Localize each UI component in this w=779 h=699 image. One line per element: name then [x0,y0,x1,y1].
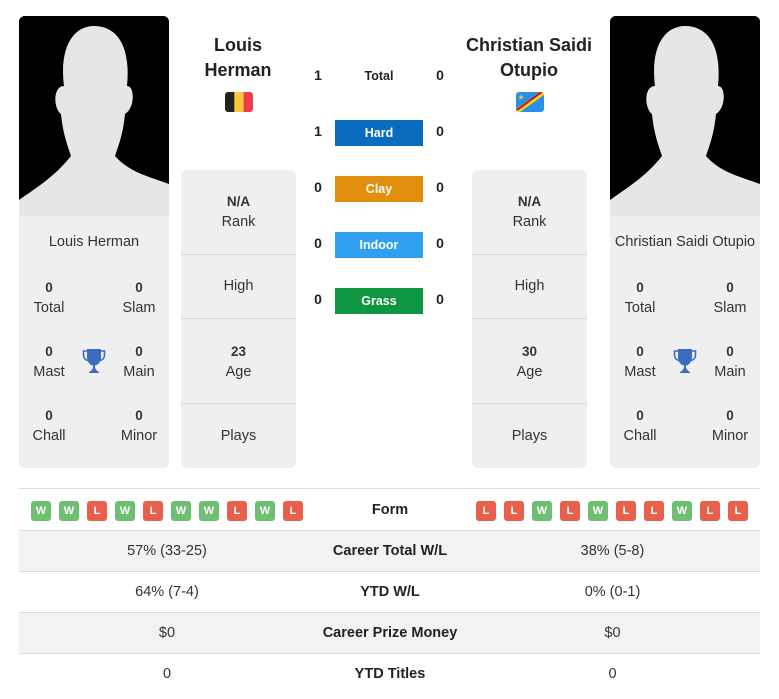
form-badge-win[interactable]: W [255,501,275,521]
player2-high: High [514,278,545,294]
ytd-wl-row: 64% (7-4) YTD W/L 0% (0-1) [19,571,760,612]
player1-ytd-wl: 64% (7-4) [135,584,199,600]
h2h-clay-p1: 0 [314,179,322,195]
divider [181,254,296,255]
player1-career-total-wl: 57% (33-25) [127,543,207,559]
form-badge-loss[interactable]: L [560,501,580,521]
surface-grass-badge: Grass [335,288,423,314]
ytd-wl-label: YTD W/L [360,584,420,600]
player1-titles-slam: 0 Slam [122,280,156,316]
belgium-flag-icon [225,92,253,112]
career-prize-money-row: $0 Career Prize Money $0 [19,612,760,653]
player2-card-name: Christian Saidi Otupio [614,234,756,250]
player2-ytd-titles: 0 [608,666,617,682]
player2-card: Christian Saidi Otupio 0 Total 0 Slam 0 … [610,16,760,468]
surface-hard-badge: Hard [335,120,423,146]
form-badge-win[interactable]: W [532,501,552,521]
h2h-grass-p1: 0 [314,291,322,307]
player2-career-prize-money: $0 [604,625,621,641]
form-row: WWLWLWWLWL Form LLWLWLLWLL [19,488,760,530]
player1-age: 23 Age [225,344,252,380]
player1-career-prize-money: $0 [158,625,176,641]
player1-card: Louis Herman 0 Total 0 Slam 0 Mast 0 Mai… [19,16,169,468]
form-label: Form [371,502,409,518]
h2h-total-p1: 1 [314,67,322,83]
form-badge-loss[interactable]: L [476,501,496,521]
player2-ytd-wl: 0% (0-1) [584,584,641,600]
form-badge-win[interactable]: W [199,501,219,521]
form-badge-loss[interactable]: L [616,501,636,521]
divider [181,403,296,404]
player1-header-name[interactable]: Louis Herman [158,33,318,83]
h2h-total-p2: 0 [436,67,444,83]
player1-titles-total: 0 Total [33,280,65,316]
form-badge-loss[interactable]: L [227,501,247,521]
form-badge-win[interactable]: W [31,501,51,521]
divider [472,403,587,404]
career-total-wl-label: Career Total W/L [332,543,448,559]
player1-titles-main: 0 Main [123,344,155,380]
form-badge-loss[interactable]: L [700,501,720,521]
form-badge-win[interactable]: W [115,501,135,521]
form-badge-win[interactable]: W [588,501,608,521]
h2h-grass-p2: 0 [436,291,444,307]
player2-info-panel: N/A Rank High 30 Age Plays [472,170,587,468]
career-prize-money-label: Career Prize Money [322,625,458,641]
avatar-silhouette-icon [19,16,169,216]
player2-titles-total: 0 Total [624,280,656,316]
form-badge-loss[interactable]: L [87,501,107,521]
career-total-wl-row: 57% (33-25) Career Total W/L 38% (5-8) [19,530,760,571]
avatar-silhouette-icon [610,16,760,216]
h2h-hard-p1: 1 [314,123,322,139]
player1-plays: Plays [220,428,257,444]
player1-titles-chall: 0 Chall [32,408,66,444]
player1-titles-mast: 0 Mast [33,344,65,380]
h2h-total-label: Total [364,69,394,83]
player2-titles-slam: 0 Slam [713,280,747,316]
player1-ytd-titles: 0 [162,666,172,682]
player2-career-total-wl: 38% (5-8) [580,543,645,559]
h2h-clay-p2: 0 [436,179,444,195]
divider [472,318,587,319]
ytd-titles-row: 0 YTD Titles 0 [19,653,760,694]
player2-titles-main: 0 Main [714,344,746,380]
form-badge-loss[interactable]: L [143,501,163,521]
h2h-indoor-p2: 0 [436,235,444,251]
player2-photo [610,16,760,216]
ytd-titles-label: YTD Titles [354,666,426,682]
trophy-icon [82,348,106,374]
form-badge-loss[interactable]: L [644,501,664,521]
player1-photo [19,16,169,216]
player2-titles-minor: 0 Minor [711,408,749,444]
form-badge-loss[interactable]: L [283,501,303,521]
player2-header-name[interactable]: Christian Saidi Otupio [449,33,609,83]
form-badge-win[interactable]: W [171,501,191,521]
player2-age: 30 Age [516,344,543,380]
divider [181,318,296,319]
player1-info-panel: N/A Rank High 23 Age Plays [181,170,296,468]
trophy-icon [673,348,697,374]
player2-titles-mast: 0 Mast [624,344,656,380]
player1-titles-minor: 0 Minor [120,408,158,444]
form-badge-loss[interactable]: L [504,501,524,521]
player2-rank: N/A Rank [512,194,547,230]
surface-indoor-badge: Indoor [335,232,423,258]
h2h-hard-p2: 0 [436,123,444,139]
surface-clay-badge: Clay [335,176,423,202]
h2h-indoor-p1: 0 [314,235,322,251]
divider [472,254,587,255]
form-badge-win[interactable]: W [672,501,692,521]
dr-congo-flag-icon [516,92,544,112]
player1-high: High [223,278,254,294]
player2-titles-chall: 0 Chall [623,408,657,444]
player1-rank: N/A Rank [221,194,256,230]
player2-plays: Plays [511,428,548,444]
player1-card-name: Louis Herman [48,234,140,250]
form-badge-loss[interactable]: L [728,501,748,521]
form-badge-win[interactable]: W [59,501,79,521]
